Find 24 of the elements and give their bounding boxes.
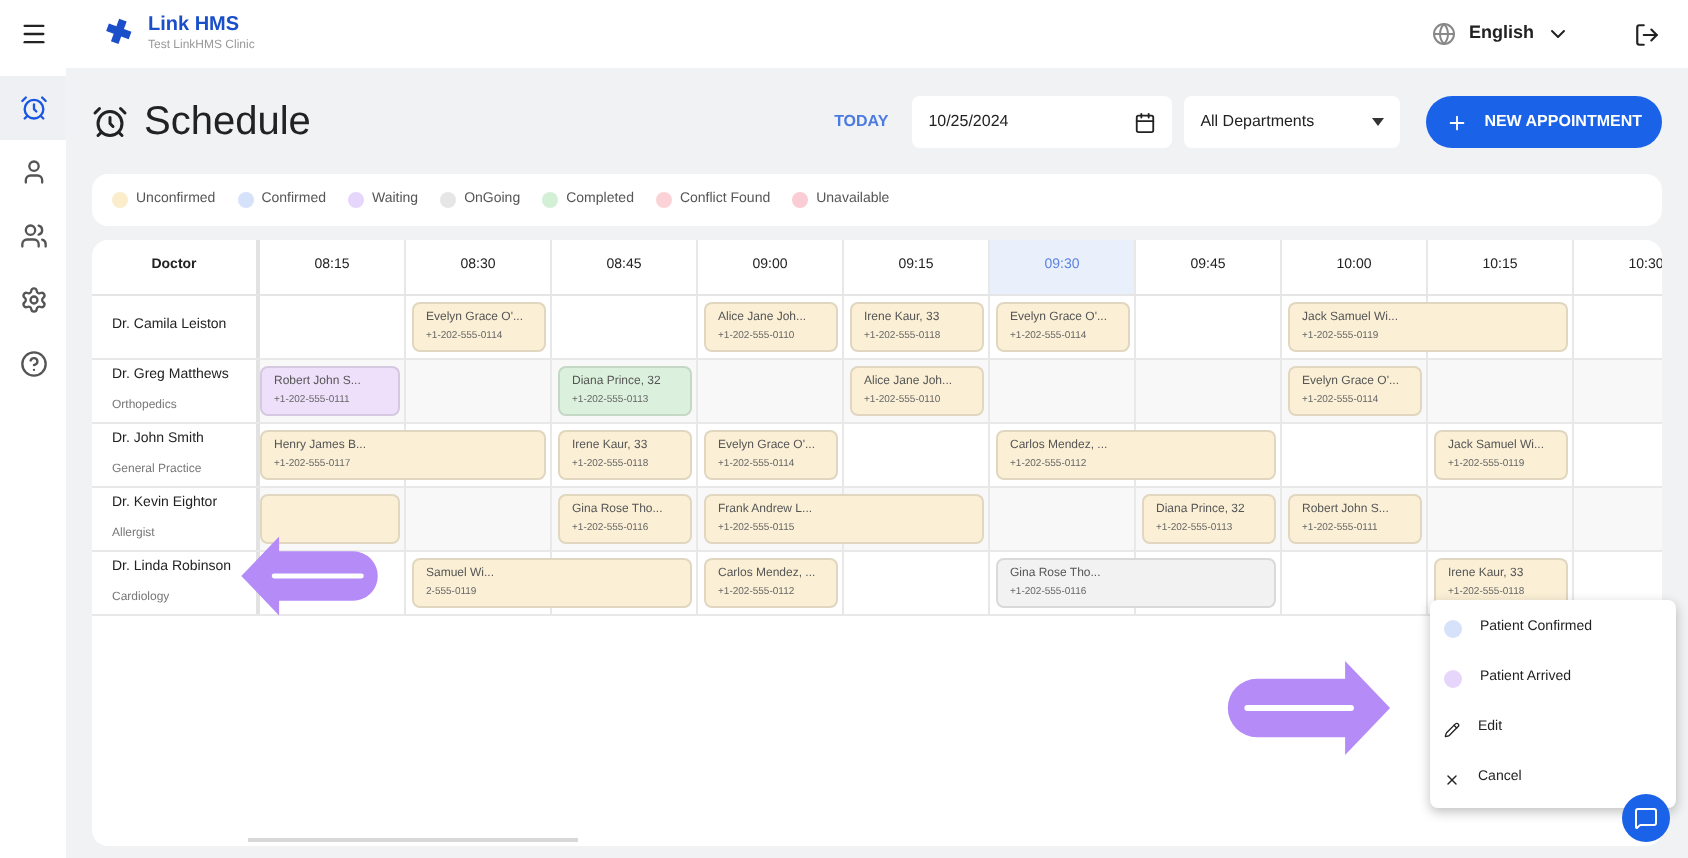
today-button[interactable]: TODAY <box>818 110 905 134</box>
page-title: Schedule <box>144 98 311 148</box>
plus-icon <box>1446 111 1469 133</box>
brand-name: Link HMS <box>148 16 242 36</box>
calendar-icon <box>1134 111 1157 133</box>
new-appointment-button[interactable]: NEW APPOINTMENT <box>1426 96 1662 148</box>
chat-icon <box>1634 806 1658 830</box>
edit-icon <box>1444 721 1460 737</box>
department-select[interactable]: All Departments <box>1184 96 1401 148</box>
alarm-clock-icon <box>19 94 47 122</box>
logout-icon[interactable] <box>1634 21 1660 47</box>
sidebar-item[interactable] <box>0 76 66 140</box>
user-icon <box>19 158 47 186</box>
alarm-clock-icon <box>92 104 128 140</box>
scrollbar[interactable] <box>248 838 578 842</box>
help-icon <box>19 350 47 378</box>
globe-icon <box>1432 22 1457 46</box>
logo-icon <box>104 18 136 50</box>
language-select[interactable]: English <box>1432 20 1570 48</box>
settings-icon <box>19 286 47 314</box>
close-icon <box>1444 771 1460 787</box>
users-icon <box>19 222 47 250</box>
menu-icon[interactable] <box>20 20 48 48</box>
date-field[interactable]: 10/25/2024 <box>912 96 1173 148</box>
